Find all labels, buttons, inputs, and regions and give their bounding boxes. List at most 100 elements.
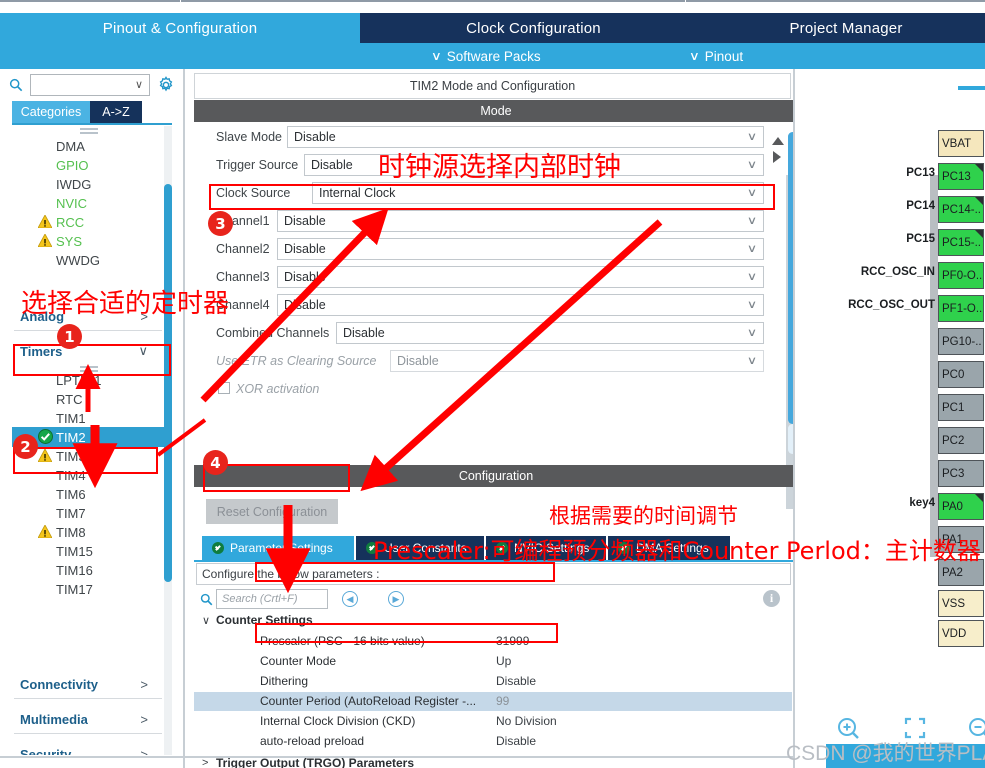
sidebar-group-security[interactable]: Security > [12,741,164,756]
peripheral-item-iwdg[interactable]: IWDG [12,174,164,194]
sidebar-group-multimedia[interactable]: Multimedia > [12,706,164,732]
annotation-text-clock-source: 时钟源选择内部时钟 [378,152,621,183]
expand-right-icon[interactable] [773,151,781,163]
left-panel-divider[interactable] [183,69,185,768]
field-channel1-select[interactable]: Disable ∨ [277,210,764,232]
xor-activation-checkbox[interactable] [218,382,230,394]
pin-vdd[interactable]: VDD [938,620,984,647]
table-row[interactable]: Counter Mode Up [194,652,792,671]
panel-title-label: TIM2 Mode and Configuration [409,79,576,93]
pinout-top-accent [958,86,985,90]
pin-corner-flag-icon [975,197,983,205]
field-combined-channels-select[interactable]: Disable ∨ [336,322,764,344]
peripheral-item-tim6[interactable]: TIM6 [12,484,164,504]
peripheral-item-tim1[interactable]: TIM1 [12,408,164,428]
peripheral-item-rtc[interactable]: RTC [12,389,164,409]
peripheral-item-tim16[interactable]: TIM16 [12,560,164,580]
annotation-badge-2: 2 [13,434,38,459]
peripheral-item-tim8[interactable]: TIM8 [12,522,164,542]
gear-icon[interactable] [157,76,175,94]
pin-pc15[interactable]: PC15-.. [938,229,984,256]
list-drag-handle[interactable] [80,126,98,134]
tab-parameter-settings[interactable]: Parameter Settings [202,536,354,560]
field-use-etr-clearing-source-value: Disable [397,354,439,368]
field-channel1: Channel1 Disable ∨ [194,210,786,234]
annotation-box-clock-source [209,184,775,210]
peripheral-item-tim7[interactable]: TIM7 [12,503,164,523]
table-row[interactable]: Internal Clock Division (CKD) No Divisio… [194,712,792,731]
panel-bottom-edge [0,756,794,758]
tab-pinout-configuration[interactable]: Pinout & Configuration [0,13,360,43]
enabled-check-icon [38,429,53,444]
tab-categories[interactable]: Categories [12,101,90,123]
chevron-down-icon: ∨ [746,355,758,367]
field-slave-mode-label: Slave Mode [216,130,283,144]
param-counter-mode-label: Counter Mode [260,654,337,668]
pin-pa0[interactable]: PA0 [938,493,984,520]
pin-pc1[interactable]: PC1 [938,394,984,421]
chevron-down-icon: ∨ [746,159,758,171]
sidebar-scrollbar-thumb[interactable] [164,184,172,582]
peripheral-item-nvic[interactable]: NVIC [12,193,164,213]
peripheral-item-label: RTC [56,391,83,407]
param-counter-period-value: 99 [496,694,510,708]
info-icon[interactable]: i [763,590,780,607]
circle-left-icon[interactable]: ◀ [342,591,358,607]
pin-pc2[interactable]: PC2 [938,427,984,454]
peripheral-item-dma[interactable]: DMA [12,136,164,156]
pin-pc13[interactable]: PC13 [938,163,984,190]
table-row[interactable]: Counter Period (AutoReload Register -...… [194,692,792,711]
table-row[interactable]: auto-reload preload Disable [194,732,792,751]
peripheral-item-label: NVIC [56,195,88,211]
reset-configuration-label: Reset Configuration [216,504,328,519]
peripheral-item-tim17[interactable]: TIM17 [12,579,164,599]
field-channel4-select[interactable]: Disable ∨ [277,294,764,316]
peripheral-item-sys[interactable]: SYS [12,231,164,251]
param-internal-clock-division-value: No Division [496,714,557,728]
circle-right-icon[interactable]: ▶ [388,591,404,607]
sidebar-group-connectivity[interactable]: Connectivity > [12,671,164,697]
peripheral-item-label: GPIO [56,157,89,173]
sidebar-view-tabs: Categories A->Z [12,101,172,123]
tab-a-to-z[interactable]: A->Z [90,101,142,123]
pin-label-pc14: PC14 [906,200,935,212]
peripheral-item-rcc[interactable]: RCC [12,212,164,232]
chevron-down-icon: ∨ [746,327,758,339]
pin-pg10[interactable]: PG10-.. [938,328,984,355]
param-dithering-value: Disable [496,674,537,688]
menu-pinout[interactable]: ∨ Pinout [689,43,743,69]
pin-corner-flag-icon [975,164,983,172]
collapse-up-icon[interactable] [772,137,784,145]
pin-pf0[interactable]: PF0-O.. [938,262,984,289]
peripheral-item-wwdg[interactable]: WWDG [12,250,164,270]
field-use-etr-clearing-source-label: Use ETR as Clearing Source [216,354,377,368]
table-row[interactable]: Dithering Disable [194,672,792,691]
chevron-down-icon: ∨ [746,131,758,143]
pin-vbat[interactable]: VBAT [938,130,984,157]
field-combined-channels-value: Disable [343,326,385,340]
field-channel3-select[interactable]: Disable ∨ [277,266,764,288]
chevron-down-icon: ∨ [746,299,758,311]
group-divider [14,733,162,734]
menu-software-packs[interactable]: ∨ Software Packs [431,43,541,69]
annotation-text-time-adjust: 根据需要的时间调节 [549,504,738,528]
pin-pg10-name: PG10-.. [942,335,982,348]
pin-pc2-name: PC2 [942,434,965,447]
annotation-badge-3: 3 [208,211,233,236]
param-counter-period-label: Counter Period (AutoReload Register -... [260,694,477,708]
pin-pc0[interactable]: PC0 [938,361,984,388]
pin-pc3[interactable]: PC3 [938,460,984,487]
param-dithering-label: Dithering [260,674,309,688]
sub-tab-bar: ∨ Software Packs ∨ Pinout [0,43,985,69]
parameter-search-input[interactable]: Search (Crtl+F) [216,589,328,609]
peripheral-item-gpio[interactable]: GPIO [12,155,164,175]
tab-clock-configuration[interactable]: Clock Configuration [362,13,705,43]
sidebar-search-input[interactable]: ∨ [30,74,150,96]
pin-pc14[interactable]: PC14-.. [938,196,984,223]
tab-project-manager[interactable]: Project Manager [707,13,985,43]
reset-configuration-button[interactable]: Reset Configuration [206,499,338,524]
peripheral-item-tim15[interactable]: TIM15 [12,541,164,561]
field-channel2-select[interactable]: Disable ∨ [277,238,764,260]
pin-vss[interactable]: VSS [938,590,984,617]
pin-pf1[interactable]: PF1-O.. [938,295,984,322]
